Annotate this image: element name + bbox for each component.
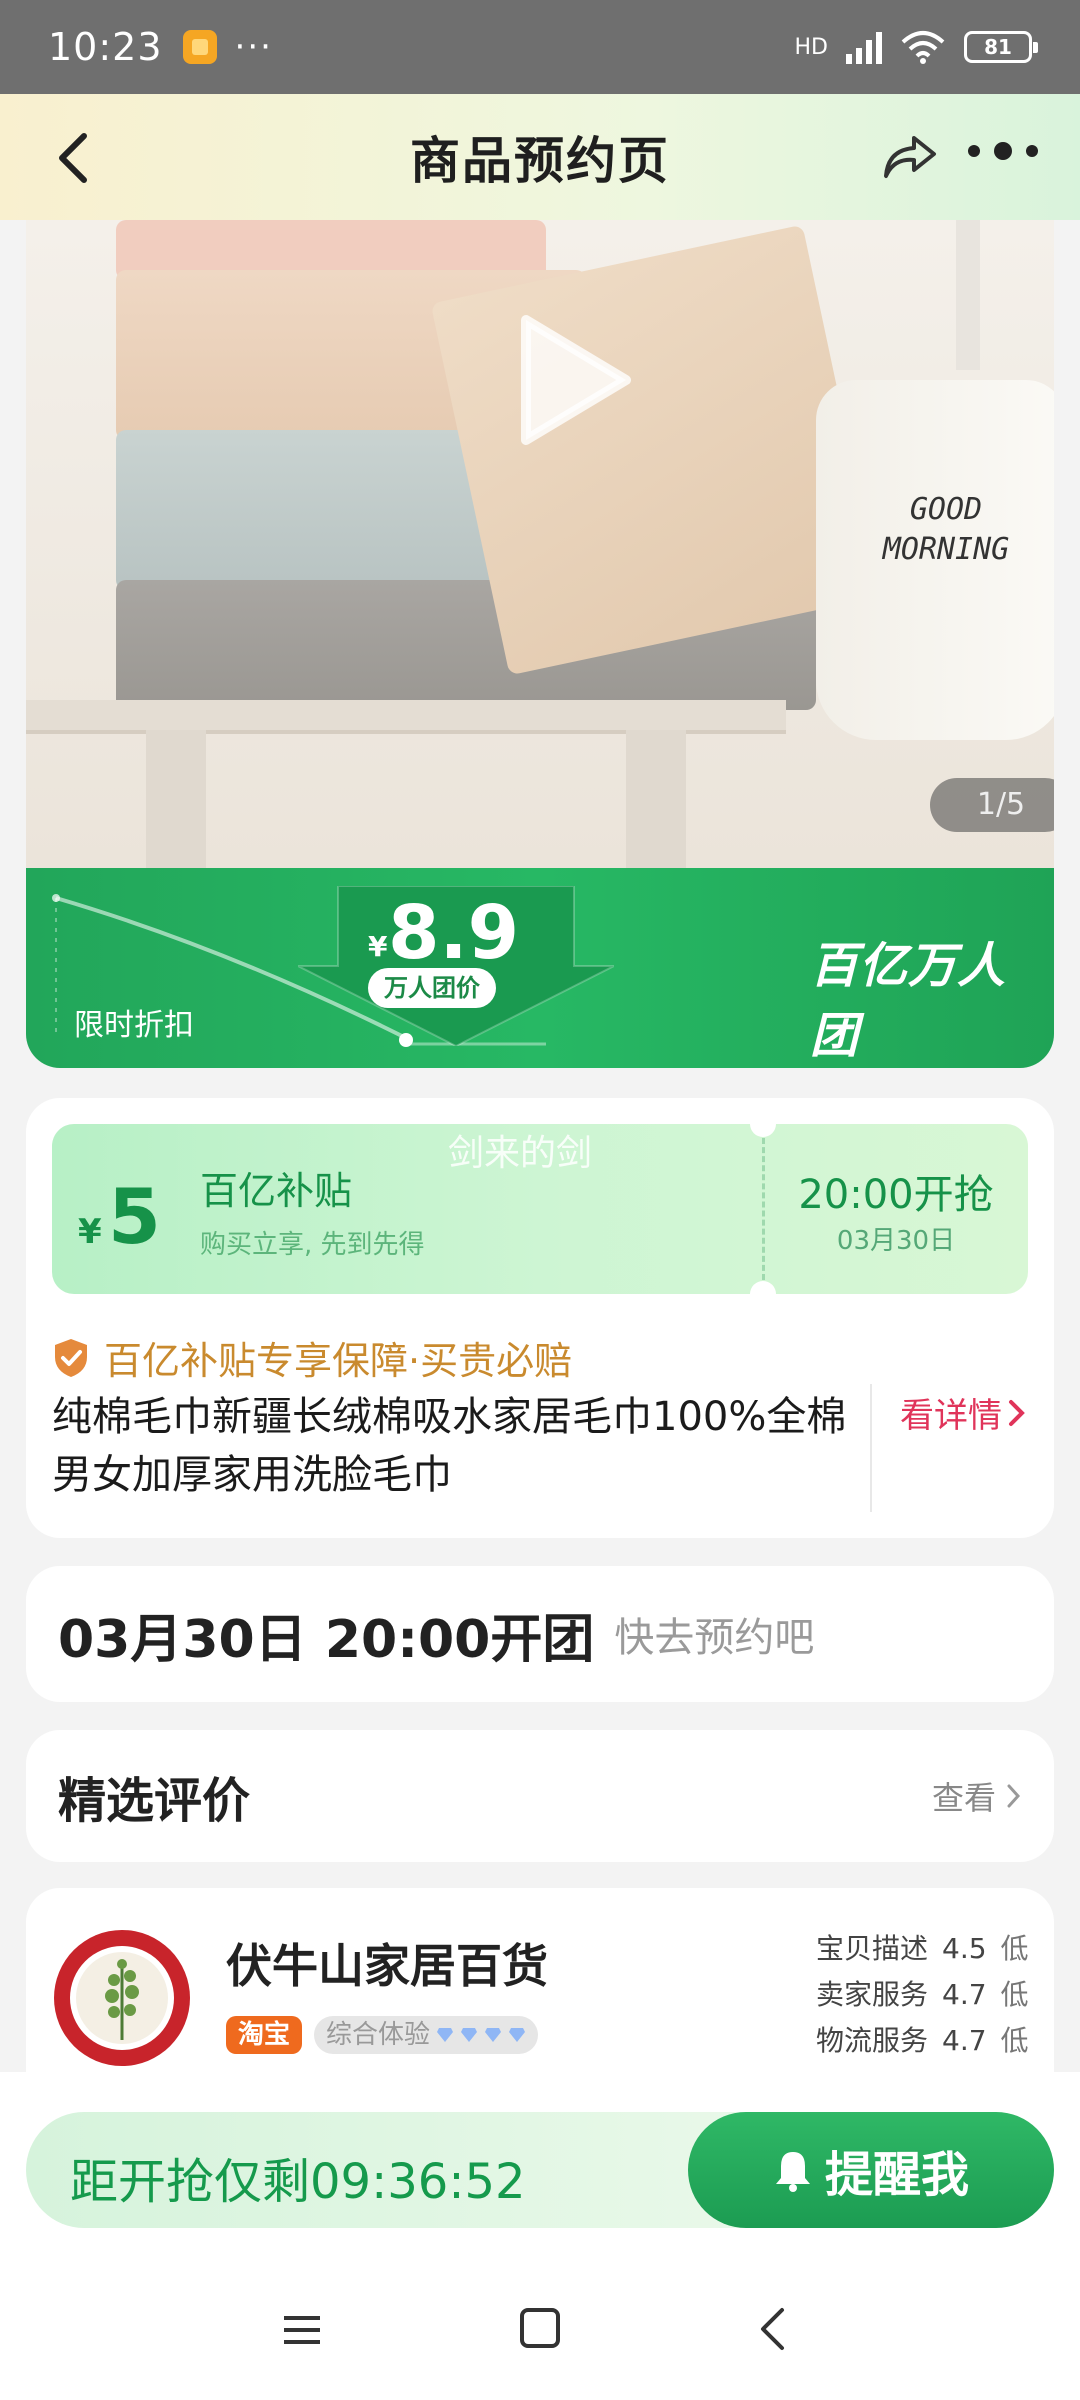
product-title: 纯棉毛巾新疆长绒棉吸水家居毛巾100%全棉男女加厚家用洗脸毛巾 bbox=[52, 1394, 847, 1498]
battery-icon: 81 bbox=[964, 31, 1038, 63]
coupon-start-date: 03月30日 bbox=[836, 1226, 956, 1256]
shop-badges: 淘宝 综合体验 bbox=[226, 2016, 539, 2054]
guarantee-text: 百亿补贴专享保障·买贵必赔 bbox=[104, 1339, 573, 1383]
diamond-icon bbox=[485, 2028, 502, 2042]
coupon-currency: ¥ bbox=[78, 1212, 102, 1252]
open-time-text: 03月30日 20:00开团 bbox=[58, 1609, 595, 1670]
coupon-title: 百亿补贴 bbox=[200, 1169, 353, 1213]
shop-name: 伏牛山家居百货 bbox=[226, 1939, 548, 1993]
score-value: 4.7 bbox=[942, 1978, 987, 2011]
countdown-text: 距开抢仅剩09:36:52 bbox=[70, 2154, 526, 2210]
experience-label: 综合体验 bbox=[326, 2020, 431, 2050]
reviews-card[interactable]: 精选评价 查看 bbox=[26, 1730, 1054, 1862]
score-label: 宝贝描述 bbox=[816, 1932, 929, 1965]
toothbrush bbox=[956, 220, 980, 370]
page-title: 商品预约页 bbox=[410, 132, 670, 190]
system-back-icon[interactable] bbox=[758, 2306, 786, 2352]
shelf-leg-right bbox=[626, 730, 686, 868]
brand-logo-text: 百亿万人团 bbox=[810, 938, 1007, 1064]
battery-level: 81 bbox=[984, 35, 1012, 59]
play-icon[interactable] bbox=[476, 290, 656, 470]
nav-bar: 商品预约页 bbox=[0, 94, 1080, 220]
reviews-title: 精选评价 bbox=[58, 1773, 251, 1829]
coupon-start-time: 20:00开抢 bbox=[798, 1172, 994, 1218]
coupon-watermark: 剑来的剑 bbox=[448, 1133, 593, 1174]
coupon-subtitle: 购买立享, 先到先得 bbox=[200, 1230, 425, 1260]
remind-me-button[interactable]: 提醒我 bbox=[688, 2112, 1054, 2228]
status-more-dots: ··· bbox=[234, 27, 273, 67]
wifi-icon bbox=[901, 31, 945, 64]
detail-separator bbox=[870, 1384, 872, 1512]
score-row: 卖家服务 4.7 低 bbox=[816, 1972, 1029, 2018]
product-image-carousel[interactable]: GOOD MORNING 1/5 bbox=[26, 220, 1054, 868]
coupon-amount: 5 bbox=[108, 1172, 161, 1261]
group-price-tag: 万人团价 bbox=[368, 968, 496, 1008]
diamond-icon bbox=[437, 2028, 454, 2042]
bottom-action-bar: 距开抢仅剩09:36:52 提醒我 bbox=[0, 2072, 1080, 2400]
status-bar: 10:23 ··· HD 81 bbox=[0, 0, 1080, 94]
coupon-divider bbox=[762, 1138, 765, 1280]
limited-discount-label: 限时折扣 bbox=[74, 1008, 194, 1043]
shelf-leg-left bbox=[146, 730, 206, 868]
platform-badge: 淘宝 bbox=[226, 2016, 303, 2054]
price-value: 8.9 bbox=[388, 890, 520, 976]
open-time-card: 03月30日 20:00开团 快去预约吧 bbox=[26, 1566, 1054, 1702]
coupon-notch-bottom bbox=[750, 1281, 776, 1294]
status-right: HD 81 bbox=[794, 30, 1038, 64]
reviews-view-link[interactable]: 查看 bbox=[932, 1773, 1022, 1819]
system-navigation-bar bbox=[0, 2272, 1080, 2372]
score-value: 4.5 bbox=[942, 1932, 987, 1965]
subsidy-card: ¥ 5 百亿补贴 购买立享, 先到先得 剑来的剑 20:00开抢 03月30日 … bbox=[26, 1098, 1054, 1538]
price-banner: 限时折扣 ¥ 8.9 万人团价 百亿万人团 bbox=[26, 868, 1054, 1068]
subsidy-coupon[interactable]: ¥ 5 百亿补贴 购买立享, 先到先得 剑来的剑 20:00开抢 03月30日 bbox=[52, 1124, 1028, 1294]
score-row: 宝贝描述 4.5 低 bbox=[816, 1926, 1029, 1972]
view-details-link[interactable]: 看详情 bbox=[900, 1388, 1026, 1437]
home-icon[interactable] bbox=[520, 2308, 560, 2348]
reviews-view-label: 查看 bbox=[931, 1779, 996, 1817]
experience-badge: 综合体验 bbox=[314, 2016, 539, 2054]
score-label: 物流服务 bbox=[816, 2024, 929, 2057]
image-counter: 1/5 bbox=[930, 778, 1054, 832]
view-details-label: 看详情 bbox=[900, 1396, 1002, 1436]
remind-me-label: 提醒我 bbox=[824, 2147, 969, 2203]
score-level: 低 bbox=[1000, 1978, 1029, 2011]
more-icon[interactable] bbox=[968, 142, 1038, 160]
diamond-icon bbox=[461, 2028, 478, 2042]
notification-app-icon bbox=[182, 30, 217, 64]
score-value: 4.7 bbox=[942, 2024, 987, 2057]
signal-icon bbox=[846, 30, 882, 64]
price-currency: ¥ bbox=[368, 930, 388, 963]
score-level: 低 bbox=[1000, 1932, 1029, 1965]
chevron-right-icon bbox=[1009, 1399, 1025, 1426]
score-row: 物流服务 4.7 低 bbox=[816, 2018, 1029, 2064]
open-time-hint: 快去预约吧 bbox=[614, 1615, 815, 1661]
bell-icon bbox=[775, 2152, 810, 2192]
back-icon[interactable] bbox=[50, 130, 100, 186]
network-type: HD bbox=[794, 34, 828, 60]
share-icon[interactable] bbox=[880, 126, 940, 186]
shop-scores: 宝贝描述 4.5 低 卖家服务 4.7 低 物流服务 4.7 低 bbox=[816, 1926, 1029, 2064]
shop-card[interactable]: 伏牛山家居百货 淘宝 综合体验 宝贝描述 4.5 低 卖家服务 4.7 低 物流… bbox=[26, 1888, 1054, 2088]
coupon-notch-top bbox=[750, 1124, 776, 1137]
score-label: 卖家服务 bbox=[816, 1978, 929, 2011]
diamond-icon bbox=[509, 2028, 526, 2042]
shop-logo bbox=[54, 1930, 190, 2066]
mug-print: GOOD MORNING bbox=[882, 492, 1010, 567]
score-level: 低 bbox=[1000, 2024, 1029, 2057]
shelf bbox=[26, 700, 786, 730]
guarantee-row: 百亿补贴专享保障·买贵必赔 bbox=[52, 1330, 572, 1385]
menu-icon[interactable] bbox=[282, 2312, 322, 2348]
chevron-right-icon bbox=[1007, 1784, 1021, 1808]
shield-check-icon bbox=[55, 1338, 87, 1377]
status-time: 10:23 bbox=[48, 25, 163, 69]
